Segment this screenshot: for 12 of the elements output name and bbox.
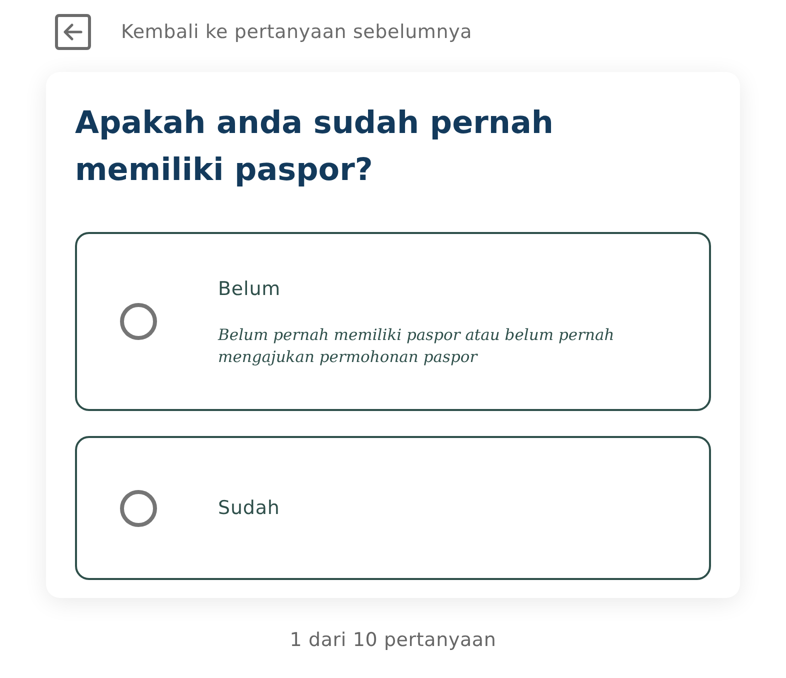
option-label: Belum: [218, 277, 282, 302]
back-button[interactable]: [55, 14, 91, 50]
progress-text: 1 dari 10 pertanyaan: [288, 628, 498, 653]
option-label: Sudah: [218, 496, 280, 521]
radio-button[interactable]: [120, 490, 157, 526]
answer-option[interactable]: Belum Belum pernah memiliki paspor atau belum pernah mengajukan permohonan paspor: [75, 232, 711, 411]
option-description: Belum pernah memiliki paspor atau belum pernah mengajukan permohonan paspor: [218, 324, 616, 368]
answer-option[interactable]: Sudah: [75, 436, 711, 580]
back-link[interactable]: Kembali ke pertanyaan sebelumnya: [121, 18, 472, 46]
back-arrow-icon: [63, 23, 83, 41]
question-title: Apakah anda sudah pernah memiliki paspor?: [75, 104, 554, 190]
radio-button[interactable]: [120, 303, 157, 340]
